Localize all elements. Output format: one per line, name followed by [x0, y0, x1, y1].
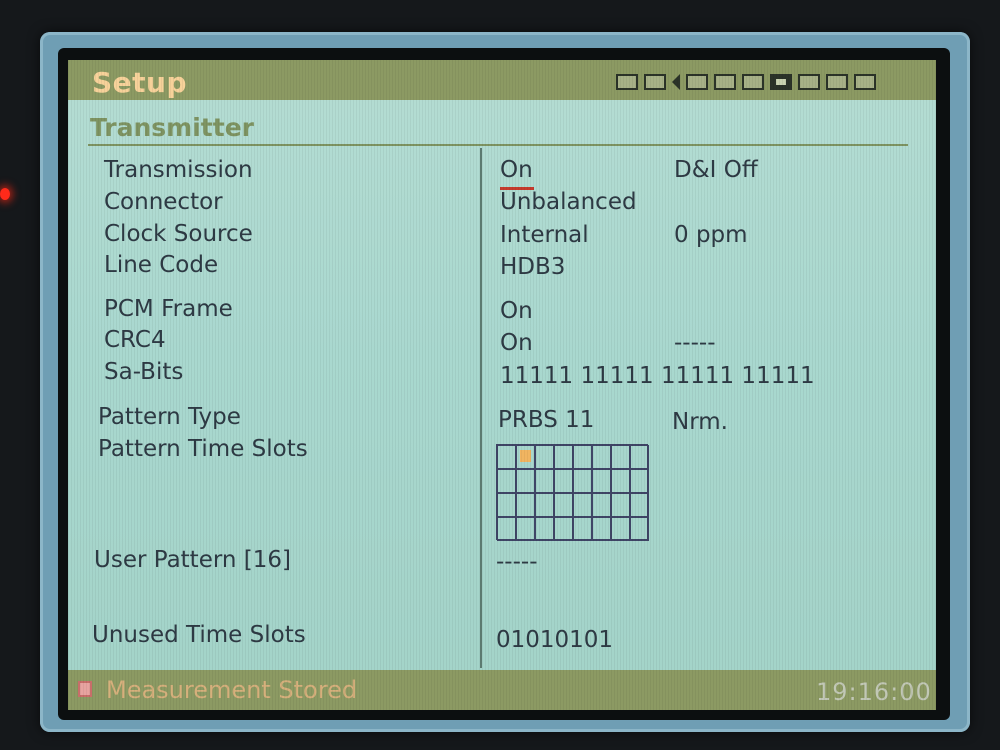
page-indicator-square	[616, 74, 638, 90]
time-slot-cell[interactable]	[630, 445, 649, 469]
time-slot-cell[interactable]	[592, 493, 611, 517]
stored-indicator-icon	[78, 681, 92, 697]
time-slot-cell[interactable]	[611, 445, 630, 469]
header-bar: Setup	[68, 60, 936, 100]
field-label-clock-source: Clock Source	[104, 221, 253, 247]
clock: 19:16:00	[816, 678, 932, 706]
field-extra-crc4: -----	[674, 330, 716, 356]
time-slot-cell[interactable]	[573, 445, 592, 469]
field-value-clock-source[interactable]: Internal	[500, 222, 589, 248]
time-slot-cell[interactable]	[535, 445, 554, 469]
time-slot-cell[interactable]	[611, 493, 630, 517]
column-divider	[480, 148, 482, 668]
field-extra-transmission[interactable]: D&I Off	[674, 157, 758, 183]
page-indicator-current	[770, 74, 792, 90]
time-slot-cell[interactable]	[573, 469, 592, 493]
time-slot-cell[interactable]	[592, 445, 611, 469]
time-slot-cell[interactable]	[497, 493, 516, 517]
field-label-sa-bits: Sa-Bits	[104, 359, 184, 385]
status-bar: Measurement Stored 19:16:00	[68, 670, 936, 710]
time-slot-cell[interactable]	[573, 493, 592, 517]
field-value-pcm-frame[interactable]: On	[500, 298, 533, 324]
field-label-user-pattern: User Pattern [16]	[94, 547, 292, 573]
section-divider	[88, 144, 908, 146]
time-slot-cell[interactable]	[535, 493, 554, 517]
page-indicator-square	[854, 74, 876, 90]
page-indicator-square	[714, 74, 736, 90]
field-value-crc4[interactable]: On	[500, 330, 533, 356]
page-indicator-square	[644, 74, 666, 90]
field-label-connector: Connector	[104, 189, 223, 215]
field-label-line-code: Line Code	[104, 252, 219, 278]
field-value-pattern-type[interactable]: PRBS 11	[498, 407, 594, 433]
field-value-user-pattern[interactable]: -----	[496, 549, 538, 575]
section-title: Transmitter	[90, 113, 254, 142]
time-slot-cell[interactable]	[573, 517, 592, 541]
time-slot-cell[interactable]	[497, 445, 516, 469]
time-slot-cell[interactable]	[497, 469, 516, 493]
time-slot-cell[interactable]	[592, 469, 611, 493]
page-indicator-square	[686, 74, 708, 90]
time-slot-cell[interactable]	[554, 445, 573, 469]
page-indicator-square	[826, 74, 848, 90]
time-slot-cell[interactable]	[611, 469, 630, 493]
field-label-crc4: CRC4	[104, 327, 166, 353]
field-label-transmission: Transmission	[104, 157, 253, 183]
time-slot-cell[interactable]	[516, 517, 535, 541]
time-slot-cell[interactable]	[535, 517, 554, 541]
field-label-pattern-type: Pattern Type	[98, 404, 241, 430]
field-label-pattern-time-slots: Pattern Time Slots	[98, 436, 308, 462]
time-slot-cell[interactable]	[554, 517, 573, 541]
field-value-sa-bits[interactable]: 11111 11111 11111 11111	[500, 363, 815, 389]
page-indicator-square	[742, 74, 764, 90]
time-slot-cell[interactable]	[516, 493, 535, 517]
status-message: Measurement Stored	[106, 676, 358, 704]
field-value-connector[interactable]: Unbalanced	[500, 189, 637, 215]
page-indicator-arrow-icon	[672, 74, 680, 90]
time-slot-cell-selected[interactable]	[516, 445, 535, 469]
time-slot-cell[interactable]	[611, 517, 630, 541]
pattern-time-slot-grid[interactable]	[496, 444, 649, 541]
page-indicator	[616, 72, 876, 92]
time-slot-cell[interactable]	[516, 469, 535, 493]
field-label-unused-time-slots: Unused Time Slots	[92, 622, 306, 648]
time-slot-cell[interactable]	[554, 469, 573, 493]
page-title: Setup	[92, 66, 188, 99]
field-value-transmission[interactable]: On	[500, 157, 533, 183]
time-slot-cell[interactable]	[630, 517, 649, 541]
field-extra-pattern-type[interactable]: Nrm.	[672, 409, 728, 435]
page-indicator-square	[798, 74, 820, 90]
field-value-line-code[interactable]: HDB3	[500, 254, 565, 280]
field-label-pcm-frame: PCM Frame	[104, 296, 233, 322]
time-slot-cell[interactable]	[630, 493, 649, 517]
field-extra-clock-source[interactable]: 0 ppm	[674, 222, 748, 248]
device-screen: Setup Transmitter Transmission On D&I Of…	[68, 60, 936, 710]
status-led-icon	[0, 188, 10, 200]
field-value-unused-time-slots[interactable]: 01010101	[496, 627, 613, 653]
time-slot-cell[interactable]	[554, 493, 573, 517]
time-slot-cell[interactable]	[592, 517, 611, 541]
time-slot-cell[interactable]	[497, 517, 516, 541]
time-slot-cell[interactable]	[535, 469, 554, 493]
time-slot-cell[interactable]	[630, 469, 649, 493]
